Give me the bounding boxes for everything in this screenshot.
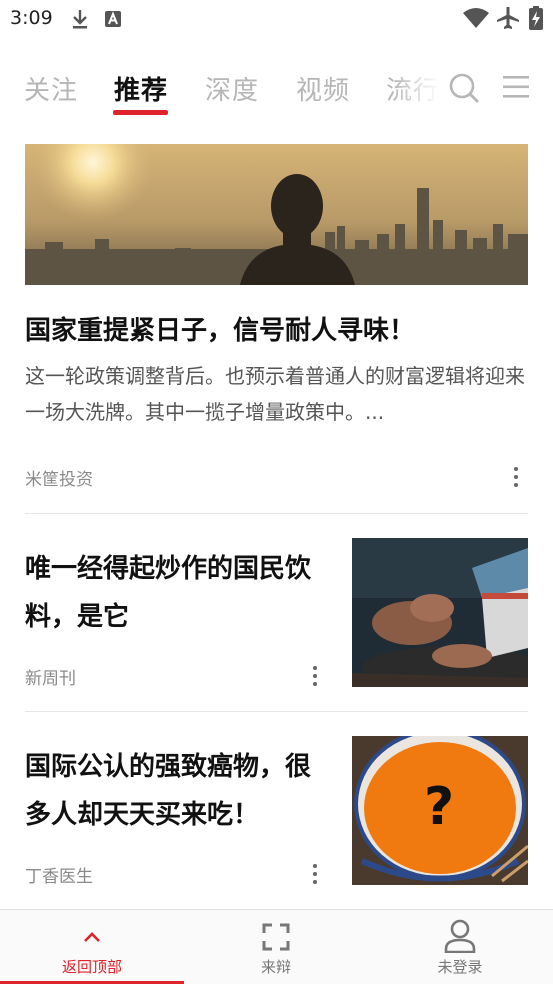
account-label: 未登录 [437, 958, 483, 976]
article-thumbnail [352, 538, 528, 687]
back-to-top-label: 返回顶部 [61, 958, 122, 976]
tab-following[interactable]: 关注 [24, 70, 78, 107]
divider [25, 513, 528, 514]
airplane-mode-icon [497, 7, 519, 29]
article-source: 新周刊 [25, 669, 76, 689]
article-title: 唯一经得起炒作的国民饮料，是它 [25, 554, 312, 632]
app-notification-icon [105, 11, 121, 27]
tab-in-depth[interactable]: 深度 [205, 70, 259, 107]
expand-icon [262, 923, 290, 951]
divider [25, 711, 528, 712]
tab-recommended[interactable]: 推荐 [114, 70, 168, 107]
article-source: 丁香医生 [25, 867, 93, 887]
feature-title: 国家重提紧日子，信号耐人寻味！ [25, 316, 416, 346]
battery-charging-icon [529, 6, 543, 30]
menu-icon[interactable] [503, 74, 529, 100]
active-tab-indicator [113, 110, 168, 115]
feature-source: 米筐投资 [25, 470, 93, 490]
more-options-icon[interactable] [511, 465, 521, 489]
bottom-nav: 返回顶部 来辩 未登录 [0, 909, 553, 984]
feature-image [25, 144, 528, 285]
status-time: 3:09 [10, 7, 53, 29]
debate-button[interactable]: 来辩 [184, 910, 368, 984]
feature-description: 这一轮政策调整背后。也预示着普通人的财富逻辑将迎来一场大洗牌。其中一揽子增量政策… [25, 364, 525, 424]
channel-tabs: 关注 推荐 深度 视频 流行 [0, 62, 553, 118]
search-icon[interactable] [448, 72, 480, 104]
svg-text:?: ? [424, 777, 454, 837]
article-thumbnail: ? [352, 736, 528, 885]
article-title: 国际公认的强致癌物，很多人却天天买来吃！ [25, 752, 312, 830]
tabs-fade-overlay [392, 62, 452, 112]
chevron-up-icon [84, 932, 100, 942]
status-bar: 3:09 [0, 0, 553, 38]
download-icon [73, 10, 87, 29]
back-to-top-button[interactable]: 返回顶部 [0, 910, 184, 984]
more-options-icon[interactable] [310, 862, 320, 886]
more-options-icon[interactable] [310, 664, 320, 688]
wifi-icon [463, 8, 489, 28]
tab-video[interactable]: 视频 [296, 70, 350, 107]
user-icon [444, 919, 476, 953]
account-button[interactable]: 未登录 [368, 910, 552, 984]
debate-label: 来辩 [260, 958, 291, 976]
